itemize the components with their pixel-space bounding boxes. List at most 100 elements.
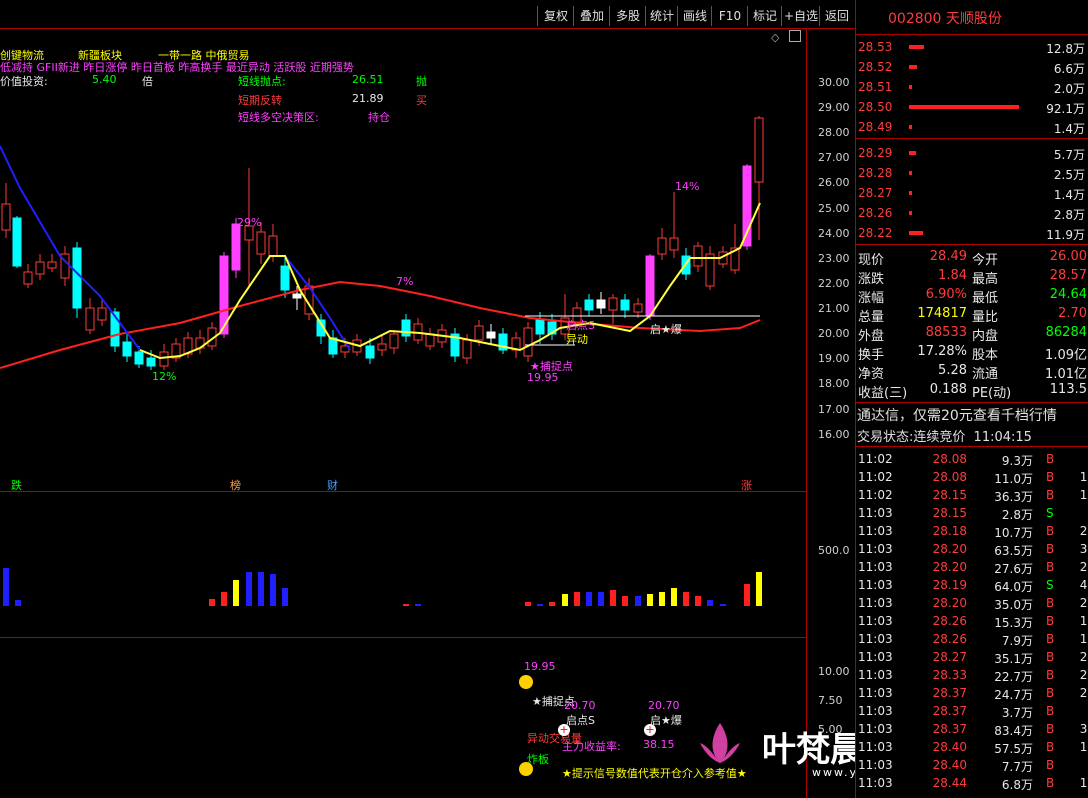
back-button[interactable]: 返回 [819, 6, 854, 26]
stock-header[interactable]: 002800 天顺股份 [888, 8, 1002, 28]
trade-side: B [1046, 488, 1055, 502]
trade-row: 11:03 28.26 15.3万 B 17 [856, 612, 1088, 630]
trade-row: 11:02 28.15 36.3万 B 12 [856, 486, 1088, 504]
mark-button[interactable]: 标记 [747, 6, 782, 26]
trade-volume: 22.7万 [994, 670, 1033, 684]
order-book-row[interactable]: 28.22 11.9万 [856, 224, 1088, 242]
trade-price: 28.27 [932, 650, 967, 664]
volume-bar [647, 594, 653, 606]
candle-body [645, 255, 655, 317]
order-volume-bar [909, 231, 923, 235]
trade-price: 28.26 [932, 614, 967, 628]
order-book-row[interactable]: 28.52 6.6万 [856, 58, 1088, 76]
stat-row: 换手 17.28% 股本 1.09亿 [856, 343, 1088, 363]
trade-count: 12 [1079, 488, 1088, 502]
trade-price: 28.20 [932, 560, 967, 574]
trade-price: 28.44 [932, 776, 967, 790]
trade-count: 25 [1079, 650, 1088, 664]
trade-side: B [1046, 668, 1055, 682]
order-price: 28.22 [858, 226, 893, 240]
candle-body [23, 271, 33, 285]
candle-body [377, 343, 387, 351]
axis-divider [806, 28, 807, 798]
trade-volume: 83.4万 [994, 724, 1033, 738]
trade-volume: 27.6万 [994, 562, 1033, 576]
abnormal-label: 异动 [566, 333, 588, 346]
trade-row: 11:03 28.40 57.5万 B 19 [856, 738, 1088, 756]
order-volume: 5.7万 [1053, 148, 1085, 162]
trade-time: 11:03 [858, 704, 893, 718]
plus-signal-icon: + [558, 723, 570, 736]
stat-label: 收益(三) [858, 386, 908, 401]
price-tick: 29.00 [818, 101, 850, 114]
order-price: 28.27 [858, 186, 893, 200]
price-tick: 21.00 [818, 302, 850, 315]
trade-count: 12 [1079, 776, 1088, 790]
tag-cai: 财 [327, 479, 338, 492]
stat-value: 1.84 [938, 268, 967, 283]
stat-value: 2.70 [1058, 306, 1087, 321]
stat-value: 86284 [1045, 325, 1087, 340]
order-book-row[interactable]: 28.29 5.7万 [856, 144, 1088, 162]
tag-die: 跌 [11, 479, 22, 492]
order-volume: 12.8万 [1046, 42, 1085, 56]
order-volume: 11.9万 [1046, 228, 1085, 242]
candle-body [85, 307, 95, 331]
stat-value: 17.28% [917, 344, 967, 359]
volume-bar [282, 588, 288, 606]
stat-value: 6.90% [925, 287, 967, 302]
stat-value: 5.28 [938, 363, 967, 378]
trade-volume: 11.0万 [994, 472, 1033, 486]
volume-bar [574, 592, 580, 606]
order-book-row[interactable]: 28.27 1.4万 [856, 184, 1088, 202]
pct-label-14: 14% [675, 180, 700, 193]
candle-body [425, 333, 435, 347]
candle-body [608, 297, 618, 311]
candle-body [159, 351, 169, 367]
statistics-button[interactable]: 统计 [645, 6, 678, 26]
trade-row: 11:03 28.44 6.8万 B 12 [856, 774, 1088, 792]
f10-button[interactable]: F10 [711, 6, 748, 26]
draw-line-button[interactable]: 画线 [677, 6, 712, 26]
trade-row: 11:03 28.20 63.5万 B 35 [856, 540, 1088, 558]
order-book-row[interactable]: 28.50 92.1万 [856, 98, 1088, 116]
trade-side: B [1046, 740, 1055, 754]
candlesticks [1, 116, 764, 370]
order-volume-bar [909, 171, 912, 175]
order-volume-bar [909, 105, 1019, 109]
overlay-button[interactable]: 叠加 [573, 6, 610, 26]
trade-count: 17 [1079, 614, 1088, 628]
add-watchlist-button[interactable]: +自选 [781, 6, 820, 26]
trade-count: 13 [1079, 470, 1088, 484]
stat-label: 今开 [972, 253, 999, 268]
order-volume: 1.4万 [1053, 122, 1085, 136]
volume-bar [695, 596, 701, 606]
trade-price: 28.40 [932, 740, 967, 754]
candle-body [268, 235, 278, 257]
trade-row: 11:03 28.19 64.0万 S 45 [856, 576, 1088, 594]
candle-body [620, 299, 630, 311]
fuquan-button[interactable]: 复权 [537, 6, 574, 26]
price-tick: 25.00 [818, 202, 850, 215]
stock-code: 002800 [888, 11, 942, 27]
order-book-row[interactable]: 28.26 2.8万 [856, 204, 1088, 222]
trade-volume: 63.5万 [994, 544, 1033, 558]
trade-row: 11:03 28.33 22.7万 B 26 [856, 666, 1088, 684]
candle-body [97, 307, 107, 321]
order-book-row[interactable]: 28.28 2.5万 [856, 164, 1088, 182]
trade-price: 28.15 [932, 506, 967, 520]
promo-banner[interactable]: 通达信，仅需20元查看千档行情 [857, 405, 1057, 425]
order-book-row[interactable]: 28.51 2.0万 [856, 78, 1088, 96]
stat-label: 换手 [858, 348, 885, 363]
volume-bar [598, 592, 604, 606]
trade-price: 28.37 [932, 704, 967, 718]
multi-stock-button[interactable]: 多股 [609, 6, 646, 26]
tag-bang: 榜 [230, 479, 241, 492]
order-book-row[interactable]: 28.49 1.4万 [856, 118, 1088, 136]
volume-bar [537, 604, 543, 606]
price-tick: 30.00 [818, 76, 850, 89]
trade-volume: 3.7万 [1001, 706, 1033, 720]
candle-body [401, 319, 411, 337]
order-book-row[interactable]: 28.53 12.8万 [856, 38, 1088, 56]
stat-label: 净资 [858, 367, 885, 382]
